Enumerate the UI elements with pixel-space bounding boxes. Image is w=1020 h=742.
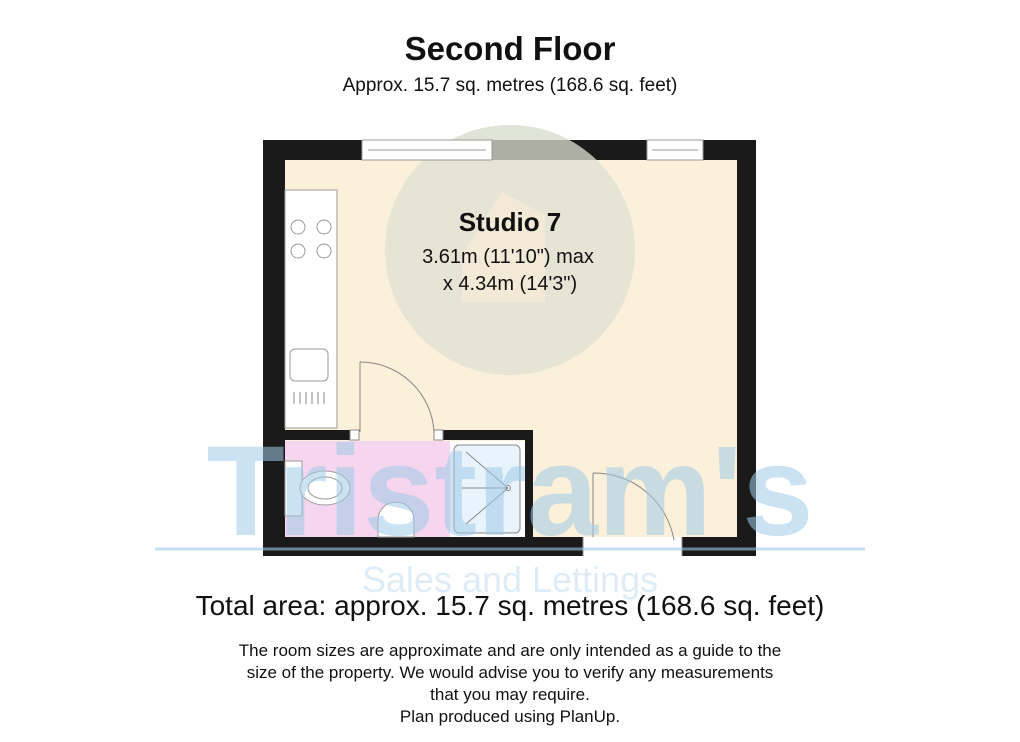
kitchen-counter [284,189,338,429]
disclaimer-line: The room sizes are approximate and are o… [238,641,782,660]
watermark-brand: Tristram's [207,420,814,563]
disclaimer: The room sizes are approximate and are o… [0,640,1020,728]
disclaimer-line: size of the property. We would advise yo… [246,663,774,682]
floor-plan: Tristram's Sales and Lettings Studio 7 3… [155,125,865,600]
disclaimer-line: Plan produced using PlanUp. [399,707,621,726]
room-dimension-1: 3.61m (11'10") max [422,246,594,268]
room-dimension-2: x 4.34m (14'3") [443,273,577,295]
kitchen-sink-icon [289,348,329,382]
window-right [646,139,704,161]
room-name: Studio 7 [459,207,562,237]
total-area: Total area: approx. 15.7 sq. metres (168… [195,590,825,621]
window-left [361,139,493,161]
disclaimer-line: that you may require. [430,685,590,704]
